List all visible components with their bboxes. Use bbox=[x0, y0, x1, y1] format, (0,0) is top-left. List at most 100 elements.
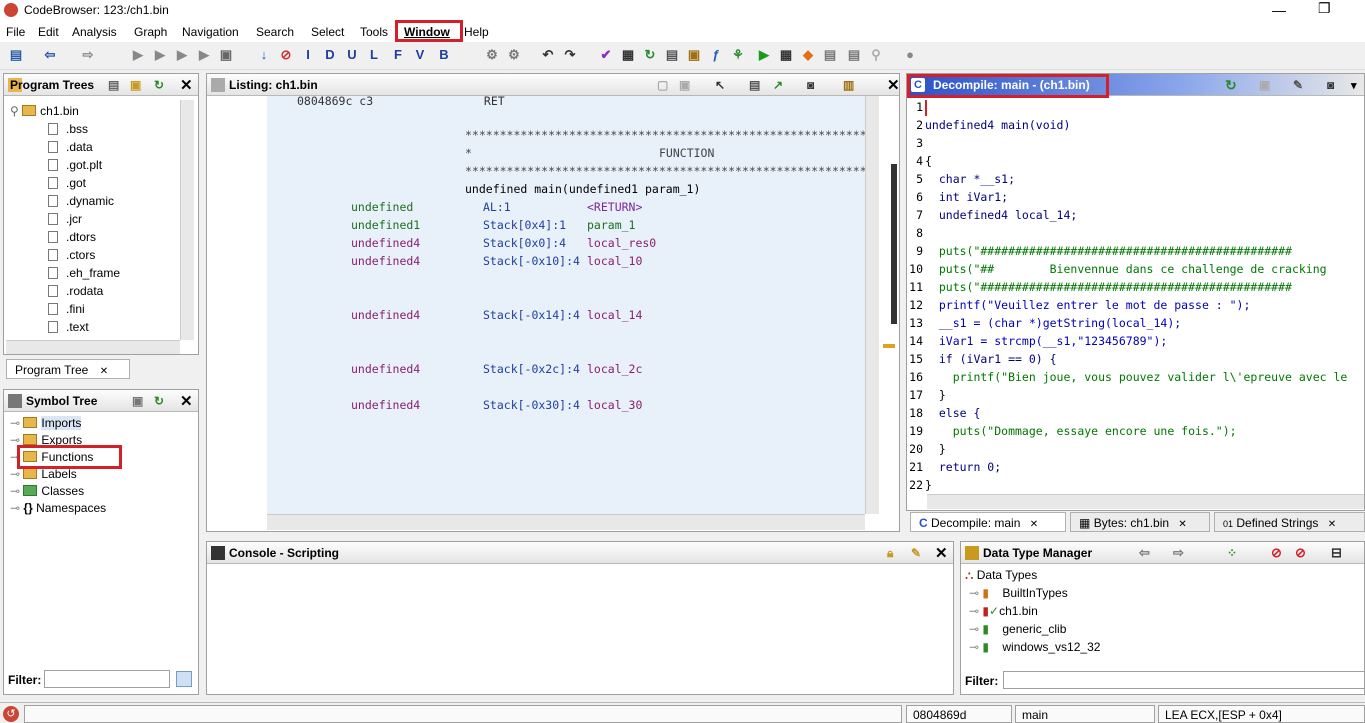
paste-icon[interactable]: ▣ bbox=[679, 78, 690, 92]
new-tree-icon[interactable]: ▤ bbox=[108, 78, 119, 92]
dtm-ch1bin[interactable]: ⊸ ▮✓ch1.bin bbox=[969, 604, 1038, 618]
tree-item-data[interactable]: .data bbox=[48, 140, 93, 154]
menu-select[interactable]: Select bbox=[311, 25, 344, 39]
copy-decompile-icon[interactable]: ▣ bbox=[1259, 78, 1270, 92]
listing-content[interactable]: 0804869c c3 RET ************************… bbox=[267, 94, 865, 514]
tool-icon-14[interactable]: ● bbox=[902, 47, 918, 63]
save-icon[interactable]: ▤ bbox=[8, 47, 24, 63]
tree-item-dtors[interactable]: .dtors bbox=[48, 230, 96, 244]
tool-icon-9[interactable]: ▦ bbox=[778, 47, 794, 63]
dtm-builtin[interactable]: ⊸ ▮ BuiltInTypes bbox=[969, 586, 1068, 600]
minimize-button[interactable]: — bbox=[1272, 2, 1286, 18]
field-icon[interactable]: ▤ bbox=[749, 78, 760, 92]
copy-icon[interactable]: ▢ bbox=[657, 78, 668, 92]
tab-defined-strings[interactable]: 01 Defined Strings ✕ bbox=[1214, 512, 1365, 532]
listing-menu-icon[interactable]: ▥ bbox=[843, 78, 854, 92]
dtm-forward-icon[interactable]: ⇨ bbox=[1173, 545, 1184, 561]
tool-icon-13[interactable]: ⚲ bbox=[868, 47, 884, 63]
redo-icon[interactable]: ↷ bbox=[562, 47, 578, 63]
diff-icon[interactable]: ↗ bbox=[773, 78, 783, 92]
status-icon[interactable]: ↺ bbox=[3, 706, 19, 722]
clear-console-icon[interactable]: ✎ bbox=[911, 546, 921, 560]
dtm-no-pointer-icon[interactable]: ⊘ bbox=[1271, 545, 1282, 561]
tab-decompile-main[interactable]: C Decompile: main ✕ bbox=[910, 512, 1066, 532]
tool-icon-5[interactable]: ▤ bbox=[664, 47, 680, 63]
tool-icon-4[interactable]: ↻ bbox=[642, 47, 658, 63]
data-d-icon[interactable]: D bbox=[322, 47, 338, 63]
cursor-icon[interactable]: ↖ bbox=[715, 78, 725, 92]
refresh-decompile-icon[interactable]: ↻ bbox=[1225, 77, 1237, 94]
tree-item-dynamic[interactable]: .dynamic bbox=[48, 194, 114, 208]
tree-item-text[interactable]: .text bbox=[48, 320, 89, 334]
check-icon[interactable]: ✔ bbox=[598, 47, 614, 63]
menu-graph[interactable]: Graph bbox=[134, 25, 167, 39]
decompile-code[interactable]: 1 2 undefined4 main(void) 3 4{ 5 char *__… bbox=[909, 100, 1364, 496]
symbol-classes[interactable]: ⊸ Classes bbox=[10, 484, 84, 498]
tool-icon-11[interactable]: ▤ bbox=[822, 47, 838, 63]
nav-icon-3[interactable]: ▶ bbox=[174, 47, 190, 63]
filter-options-icon[interactable] bbox=[176, 671, 192, 687]
tool-icon-3[interactable]: ▦ bbox=[620, 47, 636, 63]
menu-help[interactable]: Help bbox=[464, 25, 489, 39]
dtm-no-array-icon[interactable]: ⊘ bbox=[1295, 545, 1306, 561]
listing-overview-bar[interactable] bbox=[891, 164, 897, 324]
nav-icon-5[interactable]: ▣ bbox=[218, 47, 234, 63]
decompile-menu-icon[interactable]: ▾ bbox=[1351, 79, 1357, 92]
tool-icon-1[interactable]: ⚙ bbox=[484, 47, 500, 63]
run-icon[interactable]: ▶ bbox=[756, 47, 772, 63]
menu-search[interactable]: Search bbox=[256, 25, 294, 39]
symbol-imports[interactable]: ⊸ Imports bbox=[10, 416, 82, 430]
data-f-icon[interactable]: F bbox=[390, 47, 406, 63]
close-console-button[interactable]: ✕ bbox=[935, 544, 948, 562]
dtm-root[interactable]: ⛬ Data Types bbox=[965, 568, 1037, 583]
tab-bytes[interactable]: ▦ Bytes: ch1.bin ✕ bbox=[1070, 512, 1210, 532]
disassemble-icon[interactable]: ↓ bbox=[256, 47, 272, 63]
menu-analysis[interactable]: Analysis bbox=[72, 25, 117, 39]
symbol-filter-input[interactable] bbox=[44, 670, 170, 688]
nav-icon-4[interactable]: ▶ bbox=[196, 47, 212, 63]
nav-icon-1[interactable]: ▶ bbox=[130, 47, 146, 63]
tool-icon-10[interactable]: ◆ bbox=[800, 47, 816, 63]
menu-file[interactable]: File bbox=[6, 25, 25, 39]
dtm-windows[interactable]: ⊸ ▮ windows_vs12_32 bbox=[969, 640, 1100, 654]
tree-item-eh-frame[interactable]: .eh_frame bbox=[48, 266, 120, 280]
data-l-icon[interactable]: L bbox=[366, 47, 382, 63]
menu-tools[interactable]: Tools bbox=[360, 25, 388, 39]
nav-icon-2[interactable]: ▶ bbox=[152, 47, 168, 63]
tool-icon-7[interactable]: ƒ bbox=[708, 47, 724, 63]
tree-item-got-plt[interactable]: .got.plt bbox=[48, 158, 102, 172]
edit-decompile-icon[interactable]: ✎ bbox=[1293, 78, 1303, 92]
tool-icon-12[interactable]: ▤ bbox=[846, 47, 862, 63]
symbol-labels[interactable]: ⊸ Labels bbox=[10, 467, 77, 481]
data-v-icon[interactable]: V bbox=[412, 47, 428, 63]
open-tree-icon[interactable]: ▣ bbox=[130, 78, 141, 92]
close-tab-icon[interactable]: ✕ bbox=[100, 366, 108, 377]
forward-icon[interactable]: ⇨ bbox=[80, 47, 96, 63]
tree-item-jcr[interactable]: .jcr bbox=[48, 212, 82, 226]
menu-navigation[interactable]: Navigation bbox=[182, 25, 239, 39]
refresh-tree-icon[interactable]: ↻ bbox=[154, 78, 164, 92]
close-symbol-tree-button[interactable]: ✕ bbox=[180, 392, 193, 410]
symbol-namespaces[interactable]: ⊸ {} Namespaces bbox=[10, 501, 106, 515]
dtm-generic-clib[interactable]: ⊸ ▮ generic_clib bbox=[969, 622, 1066, 636]
tree-item-ctors[interactable]: .ctors bbox=[48, 248, 95, 262]
tree-root[interactable]: ⚲ ch1.bin bbox=[10, 104, 79, 118]
snapshot-icon[interactable]: ◙ bbox=[807, 78, 814, 92]
undo-icon[interactable]: ↶ bbox=[540, 47, 556, 63]
symbol-tool-icon-1[interactable]: ▣ bbox=[132, 394, 143, 408]
lock-icon[interactable]: 🔒︎ bbox=[887, 546, 893, 561]
tool-icon-8[interactable]: ⚘ bbox=[730, 47, 746, 63]
listing-vscroll[interactable] bbox=[865, 96, 879, 514]
tree-item-bss[interactable]: .bss bbox=[48, 122, 88, 136]
dtm-back-icon[interactable]: ⇦ bbox=[1139, 545, 1150, 561]
tab-program-tree[interactable]: Program Tree ✕ bbox=[6, 359, 130, 379]
close-listing-button[interactable]: ✕ bbox=[887, 76, 900, 94]
program-trees-vscroll[interactable] bbox=[180, 100, 194, 340]
symbol-tool-icon-2[interactable]: ↻ bbox=[154, 394, 164, 408]
back-icon[interactable]: ⇦ bbox=[42, 47, 58, 63]
tool-icon-6[interactable]: ▣ bbox=[686, 47, 702, 63]
clear-icon[interactable]: ⊘ bbox=[278, 47, 294, 63]
dtm-filter-input[interactable] bbox=[1003, 671, 1365, 689]
maximize-button[interactable]: ❐ bbox=[1318, 0, 1331, 17]
dtm-collapse-icon[interactable]: ⊟ bbox=[1331, 545, 1342, 561]
